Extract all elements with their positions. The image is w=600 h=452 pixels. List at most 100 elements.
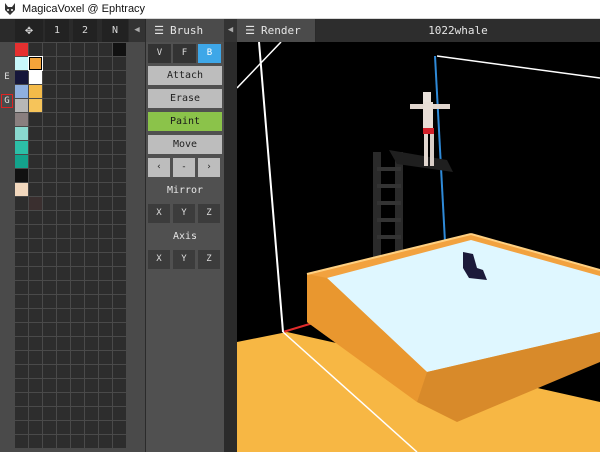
palette-swatch[interactable] bbox=[71, 253, 84, 266]
palette-swatch[interactable] bbox=[15, 85, 28, 98]
palette-swatch[interactable] bbox=[15, 295, 28, 308]
palette-swatch[interactable] bbox=[29, 211, 42, 224]
palette-swatch[interactable] bbox=[71, 71, 84, 84]
palette-swatch[interactable] bbox=[29, 99, 42, 112]
menu-icon[interactable]: ☰ bbox=[152, 19, 166, 42]
palette-swatch[interactable] bbox=[57, 365, 70, 378]
palette-swatch[interactable] bbox=[113, 393, 126, 406]
palette-swatch[interactable] bbox=[15, 113, 28, 126]
palette-swatch[interactable] bbox=[29, 57, 42, 70]
palette-swatch[interactable] bbox=[99, 239, 112, 252]
palette-swatch[interactable] bbox=[43, 85, 56, 98]
collapse-left-icon[interactable]: ◀ bbox=[129, 19, 145, 42]
render-panel-header[interactable]: ☰ Render bbox=[237, 19, 315, 42]
palette-swatch[interactable] bbox=[99, 99, 112, 112]
palette-swatch[interactable] bbox=[57, 295, 70, 308]
prev-button[interactable]: ‹ bbox=[148, 158, 170, 177]
palette-swatch[interactable] bbox=[71, 155, 84, 168]
palette-swatch[interactable] bbox=[57, 211, 70, 224]
palette-swatch[interactable] bbox=[29, 225, 42, 238]
palette-swatch[interactable] bbox=[57, 155, 70, 168]
palette-swatch[interactable] bbox=[85, 99, 98, 112]
palette-swatch[interactable] bbox=[85, 85, 98, 98]
palette-swatch[interactable] bbox=[71, 281, 84, 294]
palette-swatch[interactable] bbox=[85, 323, 98, 336]
palette-swatch[interactable] bbox=[29, 85, 42, 98]
palette-swatch[interactable] bbox=[15, 421, 28, 434]
palette-swatch[interactable] bbox=[29, 281, 42, 294]
mode-b-button[interactable]: B bbox=[198, 44, 221, 63]
palette-swatch[interactable] bbox=[71, 309, 84, 322]
tab-1[interactable]: 1 bbox=[45, 19, 69, 42]
palette-swatch[interactable] bbox=[43, 323, 56, 336]
palette-swatch[interactable] bbox=[99, 309, 112, 322]
palette-swatch[interactable] bbox=[57, 253, 70, 266]
palette-swatch[interactable] bbox=[15, 379, 28, 392]
palette-swatch[interactable] bbox=[15, 99, 28, 112]
palette-swatch[interactable] bbox=[29, 197, 42, 210]
palette-swatch[interactable] bbox=[29, 141, 42, 154]
palette-swatch[interactable] bbox=[99, 183, 112, 196]
palette-swatch[interactable] bbox=[29, 435, 42, 448]
palette-swatch[interactable] bbox=[99, 253, 112, 266]
palette-swatch[interactable] bbox=[99, 169, 112, 182]
palette-swatch[interactable] bbox=[43, 225, 56, 238]
palette-swatch[interactable] bbox=[85, 71, 98, 84]
palette-swatch[interactable] bbox=[15, 211, 28, 224]
palette-swatch[interactable] bbox=[43, 155, 56, 168]
palette-swatch[interactable] bbox=[15, 225, 28, 238]
palette-swatch[interactable] bbox=[15, 435, 28, 448]
palette-swatch[interactable] bbox=[57, 281, 70, 294]
palette-swatch[interactable] bbox=[29, 71, 42, 84]
palette-swatch[interactable] bbox=[71, 295, 84, 308]
palette-swatch[interactable] bbox=[85, 393, 98, 406]
palette-swatch[interactable] bbox=[15, 183, 28, 196]
palette-swatch[interactable] bbox=[113, 337, 126, 350]
palette-swatch[interactable] bbox=[99, 365, 112, 378]
palette-swatch[interactable] bbox=[29, 421, 42, 434]
palette-swatch[interactable] bbox=[71, 113, 84, 126]
collapse-left-icon-2[interactable]: ◀ bbox=[224, 19, 237, 42]
palette-swatch[interactable] bbox=[113, 421, 126, 434]
axis-x-button[interactable]: X bbox=[148, 250, 170, 269]
palette-swatch[interactable] bbox=[99, 295, 112, 308]
palette-swatch[interactable] bbox=[43, 337, 56, 350]
palette-swatch[interactable] bbox=[85, 421, 98, 434]
palette-swatch[interactable] bbox=[85, 43, 98, 56]
palette-swatch[interactable] bbox=[43, 365, 56, 378]
palette-swatch[interactable] bbox=[85, 57, 98, 70]
palette-swatch[interactable] bbox=[113, 225, 126, 238]
palette-swatch[interactable] bbox=[113, 141, 126, 154]
palette-swatch[interactable] bbox=[99, 351, 112, 364]
palette-swatch[interactable] bbox=[99, 267, 112, 280]
palette-swatch[interactable] bbox=[15, 365, 28, 378]
palette-swatch[interactable] bbox=[15, 309, 28, 322]
palette-swatch[interactable] bbox=[29, 113, 42, 126]
palette-swatch[interactable] bbox=[99, 155, 112, 168]
palette-swatch[interactable] bbox=[29, 351, 42, 364]
palette-swatch[interactable] bbox=[29, 309, 42, 322]
palette-grid[interactable] bbox=[15, 43, 127, 450]
palette-swatch[interactable] bbox=[15, 323, 28, 336]
palette-letter-g[interactable]: G bbox=[1, 94, 13, 108]
palette-swatch[interactable] bbox=[29, 393, 42, 406]
palette-swatch[interactable] bbox=[43, 239, 56, 252]
palette-swatch[interactable] bbox=[99, 141, 112, 154]
palette-swatch[interactable] bbox=[43, 141, 56, 154]
palette-swatch[interactable] bbox=[85, 407, 98, 420]
next-button[interactable]: › bbox=[198, 158, 220, 177]
palette-swatch[interactable] bbox=[43, 253, 56, 266]
palette-swatch[interactable] bbox=[43, 197, 56, 210]
palette-swatch[interactable] bbox=[71, 323, 84, 336]
menu-icon-2[interactable]: ☰ bbox=[243, 19, 257, 42]
palette-swatch[interactable] bbox=[85, 141, 98, 154]
palette-swatch[interactable] bbox=[15, 393, 28, 406]
move-button[interactable]: Move bbox=[148, 135, 222, 154]
palette-swatch[interactable] bbox=[113, 407, 126, 420]
palette-swatch[interactable] bbox=[57, 43, 70, 56]
palette-swatch[interactable] bbox=[15, 141, 28, 154]
palette-swatch[interactable] bbox=[113, 43, 126, 56]
palette-swatch[interactable] bbox=[71, 379, 84, 392]
palette-swatch[interactable] bbox=[43, 99, 56, 112]
palette-swatch[interactable] bbox=[29, 337, 42, 350]
